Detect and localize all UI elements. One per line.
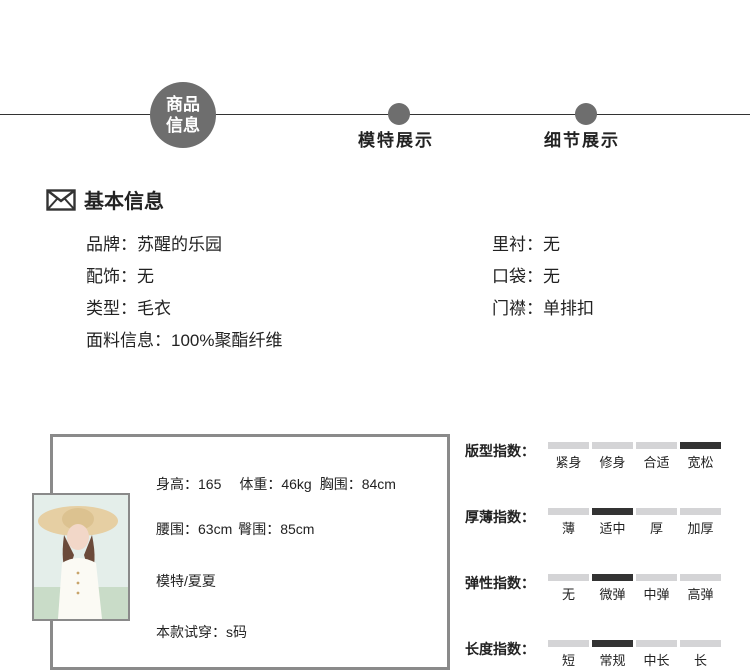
scale-thickness: 薄 适中 厚 加厚 [548,508,724,537]
scale-option: 合适 [636,442,677,471]
scale-bar [636,442,677,449]
mail-icon [46,188,76,211]
scale-length: 短 常规 中长 长 [548,640,724,669]
scale-elasticity: 无 微弹 中弹 高弹 [548,574,724,603]
scale-bar [592,574,633,581]
info-lining: 里衬无 [492,230,560,255]
scale-option: 无 [548,574,589,603]
scale-option: 宽松 [680,442,721,471]
info-value: 无 [543,267,560,286]
scale-option: 中弹 [636,574,677,603]
basic-info-header: 基本信息 [46,185,164,214]
model-height: 身高：165 [156,476,222,492]
scale-option: 加厚 [680,508,721,537]
info-value: 毛衣 [137,299,171,318]
tab-product-info-line1: 商品 [166,95,200,114]
scale-option-label: 常规 [599,653,626,668]
scale-bar [592,442,633,449]
info-fabric: 面料信息100%聚酯纤维 [86,326,282,351]
scale-bar [548,574,589,581]
scale-option-label: 长 [693,653,707,668]
model-photo [32,493,130,621]
scale-option-label: 修身 [599,455,626,470]
info-type: 类型毛衣 [86,294,171,319]
scale-thickness-label: 厚薄指数： [465,509,535,525]
scale-option-label: 加厚 [687,521,714,536]
model-photo-illustration [34,495,128,619]
model-measurements-row1: 身高：165 体重：46kg 胸围：84cm [156,474,396,494]
model-waist: 腰围：63cm [156,521,233,537]
timeline-line [0,114,750,115]
scale-fit: 紧身 修身 合适 宽松 [548,442,724,471]
model-chest: 胸围：84cm [319,476,396,492]
info-key: 里衬 [492,235,543,254]
scale-option-label: 中长 [643,653,670,668]
scale-option-label: 宽松 [687,455,714,470]
model-name: 模特/夏夏 [156,573,216,589]
scale-option-label: 中弹 [643,587,670,602]
scale-option: 短 [548,640,589,669]
scale-bar [680,508,721,515]
info-value: 100%聚酯纤维 [171,331,283,350]
scale-bar [680,574,721,581]
scale-option: 修身 [592,442,633,471]
scale-bar [548,508,589,515]
info-placket: 门襟单排扣 [492,294,594,319]
scale-option-label: 合适 [643,455,670,470]
scale-option-label: 短 [561,653,575,668]
scale-option-label: 微弹 [599,587,626,602]
scale-option-label: 紧身 [555,455,582,470]
scale-option-label: 高弹 [687,587,714,602]
tab-product-info[interactable]: 商品 信息 [150,82,216,148]
scale-bar [680,442,721,449]
scale-option-label: 适中 [599,521,626,536]
scale-option: 微弹 [592,574,633,603]
model-weight: 体重：46kg [239,476,312,492]
model-measurements-row2: 腰围：63cm 臀围：85cm [156,519,314,539]
scale-option: 长 [680,640,721,669]
scale-bar [548,640,589,647]
scale-bar [548,442,589,449]
scale-elasticity-label: 弹性指数： [465,575,535,591]
scale-bar [636,574,677,581]
scale-bar [636,640,677,647]
scale-bar [592,640,633,647]
tab-product-info-line2: 信息 [166,116,200,135]
scale-option: 厚 [636,508,677,537]
info-accessories: 配饰无 [86,262,154,287]
tab-model-dot[interactable] [388,103,410,125]
scale-option-label: 无 [561,587,575,602]
info-value: 无 [543,235,560,254]
scale-option-label: 薄 [561,521,575,536]
info-key: 品牌 [86,235,137,254]
tab-detail-dot[interactable] [575,103,597,125]
scale-option: 紧身 [548,442,589,471]
scale-option: 常规 [592,640,633,669]
scale-bar [592,508,633,515]
scale-option: 适中 [592,508,633,537]
info-value: 单排扣 [543,299,594,318]
basic-info-title: 基本信息 [84,191,164,213]
scale-bar [636,508,677,515]
scale-option: 中长 [636,640,677,669]
info-value: 苏醒的乐园 [137,235,222,254]
scale-option: 薄 [548,508,589,537]
model-size-tried: 本款试穿：s码 [156,624,247,640]
scale-option: 高弹 [680,574,721,603]
tab-model-display[interactable]: 模特展示 [358,126,434,151]
scale-length-label: 长度指数： [465,641,535,657]
info-value: 无 [137,267,154,286]
info-key: 门襟 [492,299,543,318]
info-key: 口袋 [492,267,543,286]
info-brand: 品牌苏醒的乐园 [86,230,222,255]
tab-detail-display[interactable]: 细节展示 [544,126,620,151]
info-key: 面料信息 [86,331,171,350]
info-pocket: 口袋无 [492,262,560,287]
model-hip: 臀围：85cm [238,521,315,537]
info-key: 配饰 [86,267,137,286]
scale-fit-label: 版型指数： [465,443,535,459]
info-key: 类型 [86,299,137,318]
scale-bar [680,640,721,647]
scale-option-label: 厚 [649,521,663,536]
